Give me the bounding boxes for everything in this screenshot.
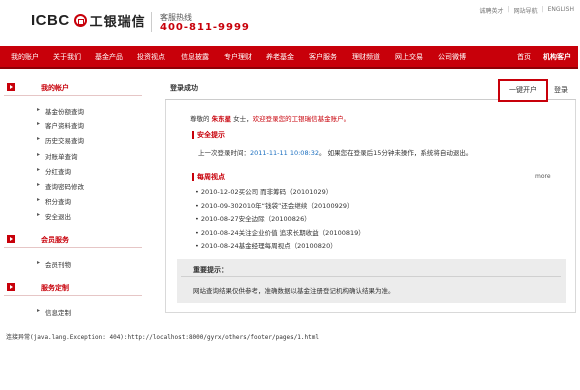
nav-item-institutional[interactable]: 机构客户 xyxy=(543,52,571,62)
top-link-sitemap[interactable]: 网站导航 xyxy=(514,6,538,15)
top-link-careers[interactable]: 诚聘英才 xyxy=(480,6,504,15)
nav-item-online-trade[interactable]: 网上交易 xyxy=(395,52,423,62)
welcome-text: 欢迎登录您的工银瑞信基金账户。 xyxy=(252,115,351,123)
auto-logout-note: 。 如果您在登录后15分钟未操作，系统将自动退出。 xyxy=(319,149,473,157)
sidebar-item-statement-query[interactable]: 对账单查询 xyxy=(37,151,77,161)
logo-text-en: ICBC xyxy=(31,12,70,29)
sidebar-section-title: 服务定制 xyxy=(41,284,69,292)
sidebar-section-title: 会员服务 xyxy=(41,236,69,244)
news-item[interactable]: 2010-08-27安全边际（20100826） xyxy=(195,213,311,223)
arrow-icon xyxy=(7,83,15,91)
security-title: 安全提示 xyxy=(197,131,225,139)
last-login-info: 上一次登录时间：2011-11-11 10:08:32。 如果您在登录后15分钟… xyxy=(198,147,472,157)
nav-item-special-account[interactable]: 专户理财 xyxy=(224,52,252,62)
icbc-logo-icon xyxy=(73,14,87,27)
last-login-label: 上一次登录时间： xyxy=(198,149,250,157)
news-item[interactable]: 2010-12-02买公司 而非筹码（20101029） xyxy=(195,186,332,196)
section-marker xyxy=(192,173,194,181)
open-account-button[interactable]: 一键开户 xyxy=(498,79,548,102)
logo-text-cn: 工银瑞信 xyxy=(89,15,146,30)
notice-title: 重要提示： xyxy=(193,266,228,274)
nav-item-home[interactable]: 首页 xyxy=(517,52,531,62)
sidebar-item-profile-query[interactable]: 客户资料查询 xyxy=(37,120,84,130)
header-divider xyxy=(151,12,152,32)
welcome-prefix: 尊敬的 xyxy=(190,115,210,123)
sidebar-item-history-query[interactable]: 历史交易查询 xyxy=(37,135,84,145)
tab-login-success[interactable]: 登录成功 xyxy=(170,83,198,93)
section-marker xyxy=(192,131,194,139)
weekly-title: 每周视点 xyxy=(197,173,225,181)
welcome-message: 尊敬的 朱东星 女士，欢迎登录您的工银瑞信基金账户。 xyxy=(190,113,350,123)
logo[interactable]: ICBC 工银瑞信 xyxy=(31,11,146,30)
sidebar-item-logout[interactable]: 安全退出 xyxy=(37,211,71,221)
nav-item-about[interactable]: 关于我们 xyxy=(53,52,81,62)
login-button[interactable]: 登录 xyxy=(554,85,568,95)
top-link-separator: | xyxy=(507,6,510,13)
nav-item-disclosure[interactable]: 信息披露 xyxy=(181,52,209,62)
last-login-time: 2011-11-11 10:08:32 xyxy=(250,149,320,157)
nav-item-funds[interactable]: 基金产品 xyxy=(95,52,123,62)
sidebar-item-dividend-query[interactable]: 分红查询 xyxy=(37,166,71,176)
notice-box xyxy=(177,259,566,303)
sidebar-item-password-change[interactable]: 查询密码修改 xyxy=(37,181,84,191)
nav-item-service[interactable]: 客户服务 xyxy=(309,52,337,62)
nav-item-my-account[interactable]: 我的账户 xyxy=(11,52,39,62)
sidebar-item-points-query[interactable]: 积分查询 xyxy=(37,196,71,206)
sidebar-item-info-subscribe[interactable]: 信息定制 xyxy=(37,307,71,317)
notice-text: 网站查询结果仅供参考，准确数据以基金注册登记机构确认结果为准。 xyxy=(193,287,395,295)
footer-error-message: 连接异常(java.lang.Exception: 404):http://lo… xyxy=(6,334,319,341)
top-links: 诚聘英才 | 网站导航 | ENGLISH xyxy=(480,6,574,15)
nav-item-finance-channel[interactable]: 理财频道 xyxy=(352,52,380,62)
sidebar-section-title: 我的帐户 xyxy=(41,84,69,92)
news-item[interactable]: 2010-08-24基金经理每周视点（20100820） xyxy=(195,240,337,250)
sidebar-item-share-query[interactable]: 基金份额查询 xyxy=(37,106,84,116)
main-nav: 我的账户 关于我们 基金产品 投资视点 信息披露 专户理财 养老基金 客户服务 … xyxy=(0,46,578,69)
nav-item-weibo[interactable]: 公司微博 xyxy=(438,52,466,62)
sidebar-section-header[interactable]: 我的帐户 xyxy=(4,81,142,96)
top-link-separator: | xyxy=(541,6,544,13)
user-title: 女士， xyxy=(233,115,253,123)
nav-item-pension[interactable]: 养老基金 xyxy=(266,52,294,62)
hotline-number: 400-811-9999 xyxy=(160,22,250,33)
notice-divider xyxy=(181,276,561,277)
news-item[interactable]: 2010-08-24关注企业价值 追求长期收益（20100819） xyxy=(195,227,365,237)
user-name: 朱东星 xyxy=(211,115,232,123)
arrow-icon xyxy=(7,235,15,243)
more-link[interactable]: more xyxy=(535,173,551,180)
top-link-english[interactable]: ENGLISH xyxy=(548,6,574,15)
news-item[interactable]: 2010-09-302010年“钱袋”还会继续（20100929） xyxy=(195,200,354,210)
sidebar-section-header[interactable]: 服务定制 xyxy=(4,281,142,296)
sidebar-item-member-journal[interactable]: 会员刊物 xyxy=(37,259,71,269)
sidebar-section-header[interactable]: 会员服务 xyxy=(4,233,142,248)
arrow-icon xyxy=(7,283,15,291)
nav-item-insights[interactable]: 投资视点 xyxy=(137,52,165,62)
